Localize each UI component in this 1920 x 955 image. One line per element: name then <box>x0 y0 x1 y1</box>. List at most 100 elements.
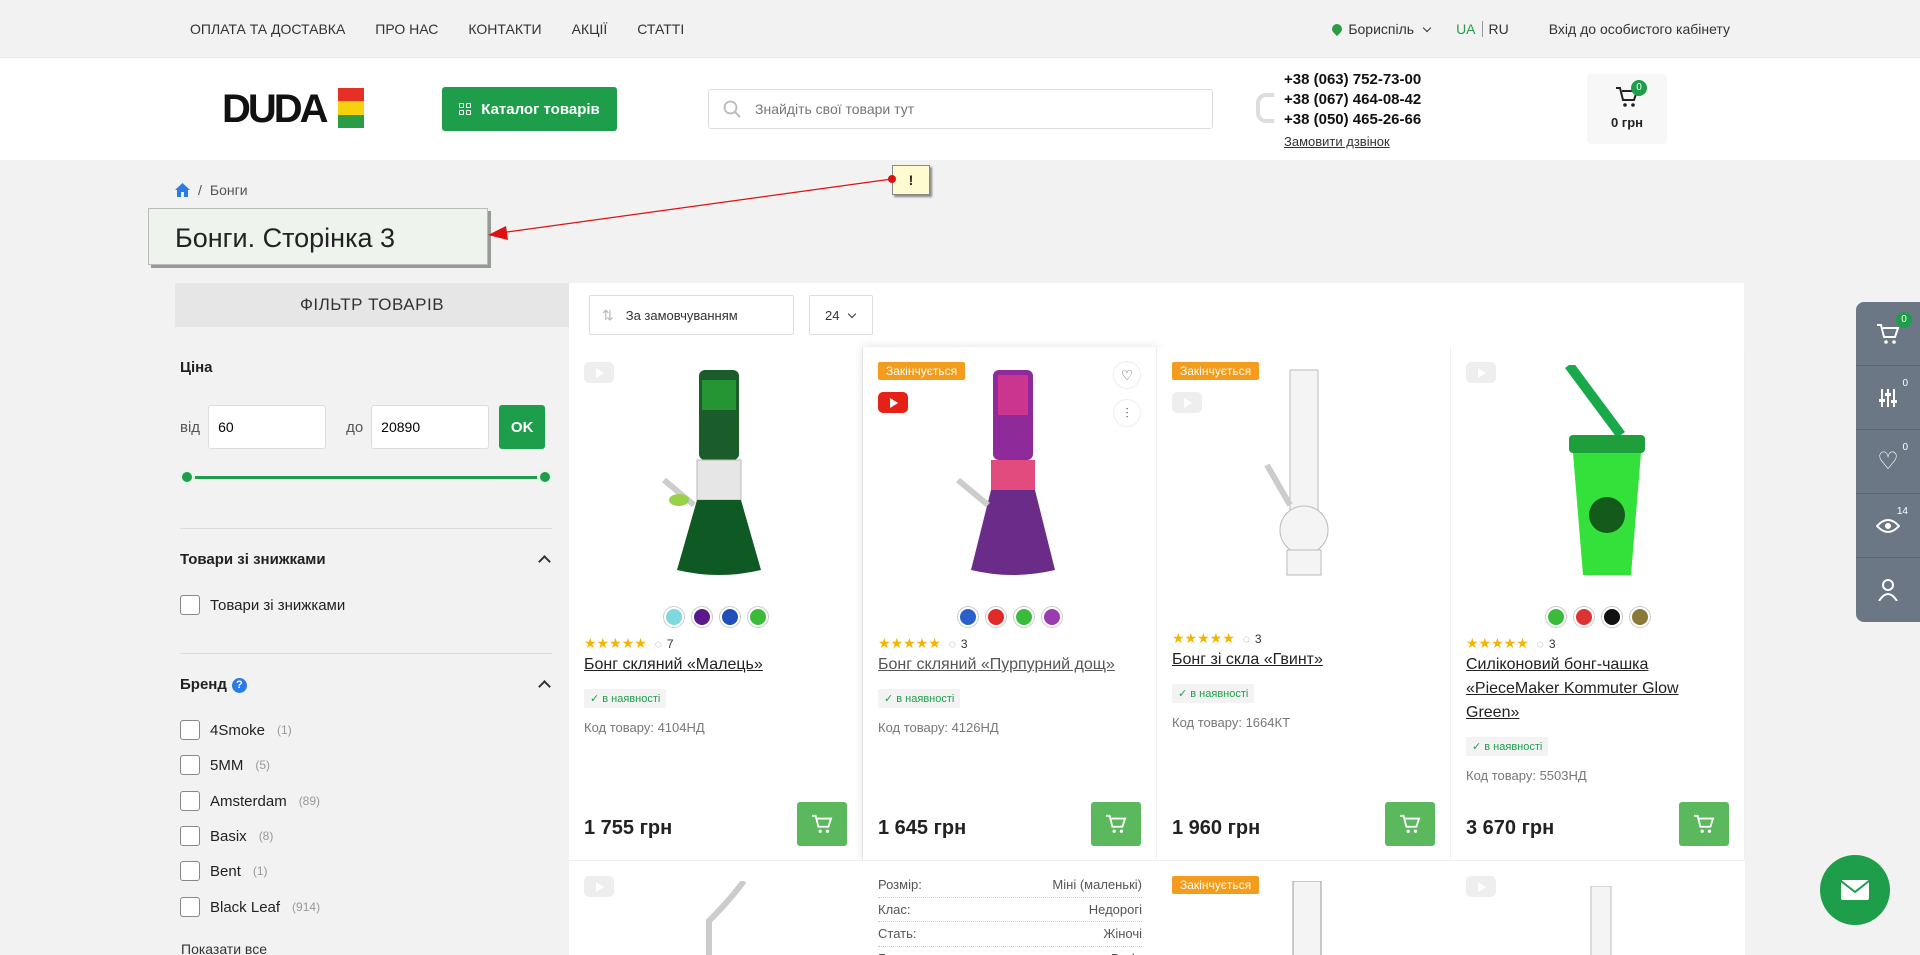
search-input[interactable] <box>755 101 1175 117</box>
brand-name: 4Smoke <box>210 721 266 739</box>
brand-row[interactable]: 5MM (5) <box>180 755 270 775</box>
property-key: Стать: <box>878 926 917 941</box>
phone-1[interactable]: +38 (063) 752-73-00 <box>1284 70 1421 90</box>
panel-compare[interactable]: 0 <box>1856 366 1920 430</box>
price-from-input[interactable] <box>208 405 327 449</box>
product-image[interactable] <box>569 365 863 583</box>
color-swatch[interactable] <box>958 607 978 627</box>
chevron-up-icon[interactable] <box>538 680 551 693</box>
price-to-input[interactable] <box>371 405 490 449</box>
checkbox[interactable] <box>180 755 200 775</box>
header-cart[interactable]: 0 0 грн <box>1587 74 1667 144</box>
cart-icon <box>1400 814 1421 833</box>
color-swatch[interactable] <box>986 607 1006 627</box>
discount-checkbox-row[interactable]: Товари зі знижками <box>180 595 345 615</box>
product-card[interactable]: Закінчується ★★★★★ ◌ 3 Бонг зі скла «Гвинт… <box>1157 347 1451 860</box>
slider-max-handle[interactable] <box>537 469 553 485</box>
phone-3[interactable]: +38 (050) 465-26-66 <box>1284 110 1421 130</box>
price-ok-button[interactable]: OK <box>499 405 546 449</box>
product-image[interactable] <box>863 365 1157 583</box>
lang-ru[interactable]: RU <box>1489 21 1509 37</box>
product-code: Код товару: 4126НД <box>878 720 999 735</box>
product-image[interactable] <box>689 881 749 955</box>
sort-select[interactable]: ⇅ За замовчуванням <box>589 295 794 335</box>
checkbox[interactable] <box>180 720 200 740</box>
checkbox[interactable] <box>180 897 200 917</box>
product-card[interactable]: Закінчується <box>1157 860 1451 955</box>
color-swatch[interactable] <box>1014 607 1034 627</box>
color-swatch[interactable] <box>692 607 712 627</box>
add-to-cart-button[interactable] <box>1091 802 1141 846</box>
panel-viewed[interactable]: 14 <box>1856 494 1920 558</box>
contact-mail-button[interactable] <box>1820 855 1890 925</box>
brand-row[interactable]: Amsterdam (89) <box>180 791 320 811</box>
video-icon[interactable] <box>584 876 614 897</box>
checkbox[interactable] <box>180 826 200 846</box>
phone-2[interactable]: +38 (067) 464-08-42 <box>1284 90 1421 110</box>
stock-badge: ✓ в наявності <box>584 689 667 708</box>
filter-heading: ФІЛЬТР ТОВАРІВ <box>175 283 569 327</box>
city-selector[interactable]: Бориспіль <box>1330 21 1432 37</box>
star-icons: ★★★★★ <box>1466 635 1529 651</box>
product-card[interactable] <box>569 860 863 955</box>
color-swatch[interactable] <box>1042 607 1062 627</box>
product-card[interactable] <box>1451 860 1745 955</box>
color-swatch[interactable] <box>664 607 684 627</box>
product-name[interactable]: Силіконовий бонг-чашка «PieceMaker Kommu… <box>1466 653 1730 725</box>
product-card[interactable]: ★★★★★ ◌ 7 Бонг скляний «Малець» ✓ в наявно… <box>569 347 863 860</box>
price-slider[interactable] <box>179 469 553 485</box>
duda-logo[interactable]: DUDA <box>222 88 364 128</box>
stock-badge: ✓ в наявності <box>1466 737 1549 756</box>
product-image[interactable] <box>1581 886 1621 955</box>
color-swatch[interactable] <box>720 607 740 627</box>
product-card[interactable]: ★★★★★ ◌ 3 Силіконовий бонг-чашка «PieceMak… <box>1451 347 1745 860</box>
nav-contacts[interactable]: КОНТАКТИ <box>468 21 541 37</box>
panel-wishlist[interactable]: ♡ 0 <box>1856 430 1920 494</box>
annotation-note: ! <box>892 165 930 195</box>
product-image[interactable] <box>1287 881 1327 955</box>
product-name[interactable]: Бонг скляний «Пурпурний дощ» <box>878 653 1142 677</box>
home-icon[interactable] <box>175 183 190 197</box>
color-swatch[interactable] <box>1630 607 1650 627</box>
panel-cart[interactable]: 0 <box>1856 302 1920 366</box>
video-icon[interactable] <box>1466 876 1496 897</box>
product-name[interactable]: Бонг скляний «Малець» <box>584 653 848 677</box>
nav-promotions[interactable]: АКЦІЇ <box>572 21 608 37</box>
checkbox[interactable] <box>180 791 200 811</box>
lang-ua[interactable]: UA <box>1456 21 1475 37</box>
checkbox[interactable] <box>180 595 200 615</box>
slider-min-handle[interactable] <box>179 469 195 485</box>
nav-articles[interactable]: СТАТТІ <box>637 21 684 37</box>
review-count: 3 <box>1548 636 1556 651</box>
show-all-link[interactable]: Показати все <box>181 941 267 955</box>
per-page-select[interactable]: 24 <box>809 295 873 335</box>
brand-row[interactable]: 4Smoke (1) <box>180 720 292 740</box>
product-image[interactable] <box>1157 365 1451 583</box>
search-icon[interactable] <box>723 100 741 118</box>
color-swatch[interactable] <box>1602 607 1622 627</box>
property-key: Бренд: <box>878 947 919 955</box>
checkbox[interactable] <box>180 861 200 881</box>
catalog-button[interactable]: Каталог товарів <box>442 87 617 131</box>
login-link[interactable]: Вхід до особистого кабінету <box>1549 21 1730 37</box>
callback-link[interactable]: Замовити дзвінок <box>1284 132 1421 152</box>
nav-payment-delivery[interactable]: ОПЛАТА ТА ДОСТАВКА <box>190 21 345 37</box>
panel-account[interactable] <box>1856 558 1920 622</box>
add-to-cart-button[interactable] <box>1385 802 1435 846</box>
product-image[interactable] <box>1451 365 1745 583</box>
product-name[interactable]: Бонг зі скла «Гвинт» <box>1172 648 1436 672</box>
price-to-label: до <box>346 418 364 436</box>
add-to-cart-button[interactable] <box>797 802 847 846</box>
nav-about[interactable]: ПРО НАС <box>375 21 438 37</box>
add-to-cart-button[interactable] <box>1679 802 1729 846</box>
help-icon[interactable]: ? <box>231 678 247 693</box>
user-icon <box>1878 579 1898 601</box>
color-swatch[interactable] <box>1574 607 1594 627</box>
color-swatch[interactable] <box>1546 607 1566 627</box>
brand-row[interactable]: Basix (8) <box>180 826 273 846</box>
brand-row[interactable]: Bent (1) <box>180 861 268 881</box>
product-card[interactable]: Закінчується ♡ ⫶ ★★★★★ ◌ 3 Бонг скляний «П… <box>863 347 1157 860</box>
chevron-up-icon[interactable] <box>538 555 551 568</box>
brand-row[interactable]: Black Leaf (914) <box>180 897 320 917</box>
color-swatch[interactable] <box>748 607 768 627</box>
